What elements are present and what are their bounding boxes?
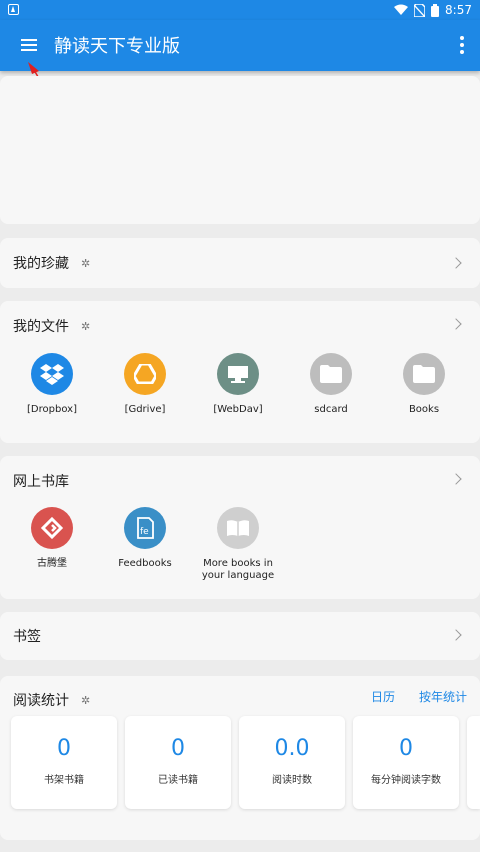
library-item-label: Feedbooks <box>118 558 172 569</box>
folder-icon <box>310 353 352 395</box>
dropbox-icon <box>31 353 73 395</box>
file-item-label: [Dropbox] <box>27 404 77 415</box>
gdrive-icon <box>124 353 166 395</box>
chevron-right-icon[interactable] <box>450 629 462 641</box>
stat-card-shelf-books[interactable]: 0 书架书籍 <box>11 716 117 809</box>
file-item-webdav[interactable]: [WebDav] <box>191 353 285 416</box>
reading-stats-title: 阅读统计 <box>13 693 69 709</box>
banner-area <box>0 76 480 224</box>
stat-label: 已读书籍 <box>158 775 198 786</box>
file-item-label: Books <box>408 404 440 415</box>
favorites-title: 我的珍藏 <box>13 256 69 272</box>
book-icon <box>217 507 259 549</box>
bookmarks-title: 书签 <box>13 629 41 645</box>
folder-icon <box>403 353 445 395</box>
stat-card-partial <box>467 716 480 809</box>
stat-card-reading-hours[interactable]: 0.0 阅读时数 <box>239 716 345 809</box>
reading-stats-section: 阅读统计 ✲ 日历 按年统计 0 书架书籍 0 已读书籍 0.0 阅读时数 0 … <box>0 676 480 840</box>
calendar-link[interactable]: 日历 <box>371 688 395 705</box>
library-item-more-books[interactable]: More books in your language <box>191 507 285 582</box>
stat-label: 每分钟阅读字数 <box>371 775 441 786</box>
file-item-label: [Gdrive] <box>124 404 166 415</box>
stat-label: 阅读时数 <box>272 775 312 786</box>
webdav-icon <box>217 353 259 395</box>
file-item-label: sdcard <box>314 404 348 415</box>
library-item-feedbooks[interactable]: fe Feedbooks <box>98 507 192 570</box>
stat-card-read-books[interactable]: 0 已读书籍 <box>125 716 231 809</box>
bookmarks-section[interactable]: 书签 <box>0 612 480 660</box>
gear-icon[interactable]: ✲ <box>81 320 90 333</box>
online-library-title: 网上书库 <box>13 474 69 490</box>
file-item-sdcard[interactable]: sdcard <box>284 353 378 416</box>
stat-value: 0 <box>171 736 185 761</box>
file-item-label: [WebDav] <box>213 404 263 415</box>
stat-value: 0 <box>57 736 71 761</box>
feedbooks-icon: fe <box>124 507 166 549</box>
gear-icon[interactable]: ✲ <box>81 694 90 707</box>
chevron-right-icon[interactable] <box>450 473 462 485</box>
gutenberg-icon <box>31 507 73 549</box>
file-item-dropbox[interactable]: [Dropbox] <box>5 353 99 416</box>
library-item-label: More books in your language <box>201 558 275 581</box>
chevron-right-icon[interactable] <box>450 318 462 330</box>
file-item-books[interactable]: Books <box>377 353 471 416</box>
my-files-title: 我的文件 <box>13 319 69 335</box>
online-library-section: 网上书库 古腾堡 fe Feedbooks More books in your… <box>0 456 480 599</box>
library-item-gutenberg[interactable]: 古腾堡 <box>5 507 99 570</box>
my-files-section: 我的文件 ✲ [Dropbox] [Gdrive] [WebDav] sdcar… <box>0 301 480 443</box>
stat-label: 书架书籍 <box>44 775 84 786</box>
gear-icon[interactable]: ✲ <box>81 257 90 270</box>
stat-value: 0 <box>399 736 413 761</box>
file-item-gdrive[interactable]: [Gdrive] <box>98 353 192 416</box>
yearly-stats-link[interactable]: 按年统计 <box>419 688 467 705</box>
stat-card-words-per-minute[interactable]: 0 每分钟阅读字数 <box>353 716 459 809</box>
chevron-right-icon[interactable] <box>450 257 462 269</box>
library-item-label: 古腾堡 <box>37 558 67 569</box>
favorites-section[interactable]: 我的珍藏 ✲ <box>0 238 480 288</box>
svg-text:fe: fe <box>140 527 149 537</box>
stat-value: 0.0 <box>274 736 310 761</box>
